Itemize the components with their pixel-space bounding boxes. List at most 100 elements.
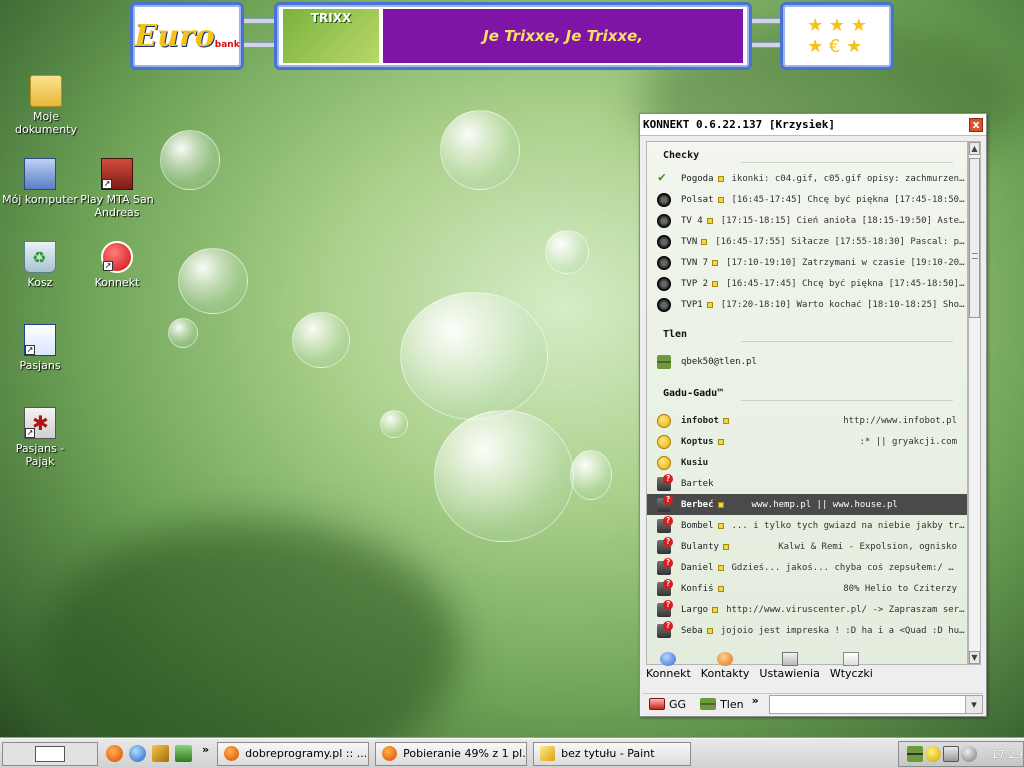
water-drop <box>440 110 520 190</box>
plugins-button[interactable]: Wtyczki <box>830 652 873 680</box>
clock[interactable]: 17:29 <box>991 748 1023 761</box>
konnekt-menu-button[interactable]: Konnekt <box>646 652 691 680</box>
tv-status-icon <box>657 234 671 249</box>
system-tray: 17:29 <box>898 741 1024 767</box>
contact-row[interactable]: Daniel Gdzieś... jakoś... chyba coś zepsu… <box>647 557 967 578</box>
online-status-icon <box>657 434 671 449</box>
contact-list-scrollbar[interactable]: ▲ ▼ <box>968 141 981 665</box>
mta-game-icon: ↗ <box>101 158 133 190</box>
contact-row[interactable]: Seba jojoio jest impreska ! :D ha i a <Qu… <box>647 620 967 641</box>
contact-row[interactable]: TVP 2 [16:45-17:45] Chcę być piękna [17:4… <box>647 273 967 294</box>
firefox-icon[interactable] <box>106 745 123 762</box>
contact-row[interactable]: infobot http://www.infobot.pl <box>647 410 967 431</box>
konnekt-toolbar: Konnekt Kontakty Ustawienia Wtyczki <box>646 652 982 692</box>
eurobank-logo[interactable]: Euro bank <box>130 2 244 70</box>
desktop-icon-spider-solitaire[interactable]: ↗ Pasjans - Pająk <box>0 407 80 468</box>
desktop-icon-konnekt[interactable]: ↗ Konnekt <box>77 241 157 289</box>
group-header-tlen[interactable]: Tlen <box>647 321 967 347</box>
desktop-icon-recycle-bin[interactable]: Kosz <box>0 241 80 289</box>
contact-name: Bombel <box>681 520 714 531</box>
konnekt-titlebar[interactable]: KONNEKT 0.6.22.137 [Krzysiek] x <box>640 114 986 136</box>
task-button[interactable]: dobreprogramy.pl :: ... <box>217 741 370 766</box>
contact-row[interactable]: Polsat [16:45-17:45] Chcę być piękna [17:… <box>647 189 967 210</box>
euro-stars-logo[interactable]: ★ ★ ★ ★ € ★ <box>780 2 894 70</box>
gg-status-button[interactable]: GG <box>649 698 686 711</box>
euro-tray-icon[interactable] <box>925 746 941 762</box>
desktop-icon-label: Pasjans <box>19 359 61 372</box>
contacts-button[interactable]: Kontakty <box>700 652 750 680</box>
water-drop <box>400 292 548 420</box>
start-button[interactable] <box>2 741 98 766</box>
contact-name: TVN <box>681 236 698 247</box>
water-drop <box>570 450 612 500</box>
konnekt-title: KONNEKT 0.6.22.137 [Krzysiek] <box>643 118 836 131</box>
contact-description: http://www.infobot.pl <box>843 415 957 426</box>
browser-icon[interactable] <box>129 745 146 762</box>
online-status-icon <box>657 455 671 470</box>
task-button[interactable]: Pobieranie 49% z 1 pl... <box>375 741 528 766</box>
contact-row[interactable]: Largo http://www.viruscenter.pl/ -> Zapra… <box>647 599 967 620</box>
group-header-checky[interactable]: Checky <box>647 142 967 168</box>
contact-list[interactable]: Checky Pogoda ikonki: c04.gif, c05.gif op… <box>646 141 968 665</box>
tlen-status-button[interactable]: Tlen <box>700 698 744 711</box>
gg-icon[interactable] <box>175 745 192 762</box>
task-button[interactable]: bez tytułu - Paint <box>533 741 692 766</box>
cards-icon: ↗ <box>24 324 56 356</box>
gg-icon <box>649 698 665 710</box>
away-status-icon <box>657 494 673 512</box>
settings-button[interactable]: Ustawienia <box>759 652 820 680</box>
contact-row[interactable]: TVN [16:45-17:55] Siłacze [17:55-18:30] P… <box>647 231 967 252</box>
water-drop <box>178 248 248 314</box>
contact-name: TVP1 <box>681 299 703 310</box>
tv-status-icon <box>657 297 671 312</box>
ad-banner[interactable]: TRIXX Je Trixxe, Je Trixxe, <box>274 2 752 70</box>
message-icon <box>701 238 708 245</box>
toolbar-label: Kontakty <box>700 667 750 680</box>
contact-row[interactable]: Koptus:* || gryakcji.com <box>647 431 967 452</box>
contact-row[interactable]: qbek50@tlen.pl <box>647 351 967 372</box>
status-more-button[interactable]: » <box>752 694 759 707</box>
away-status-icon <box>657 515 673 533</box>
konnekt-tray-icon[interactable] <box>961 746 977 762</box>
volume-icon[interactable] <box>943 746 959 762</box>
firefox-icon <box>224 746 240 761</box>
contact-name: Polsat <box>681 194 714 205</box>
close-button[interactable]: x <box>969 117 983 132</box>
scroll-up-button[interactable]: ▲ <box>969 142 980 155</box>
scroll-thumb[interactable] <box>969 158 980 318</box>
task-list: dobreprogramy.pl :: ... Pobieranie 49% z… <box>217 741 692 766</box>
message-icon <box>712 280 719 287</box>
scroll-down-button[interactable]: ▼ <box>969 651 980 664</box>
contact-row[interactable]: TV 4 [17:15-18:15] Cień anioła [18:15-19:… <box>647 210 967 231</box>
contact-row[interactable]: Konfiś 80% Helio to Cziterzy <box>647 578 967 599</box>
quick-launch-more-button[interactable]: » <box>202 743 209 756</box>
status-description-select[interactable] <box>768 694 983 714</box>
contact-row[interactable]: TVP1 [17:20-18:10] Warto kochać [18:10-18… <box>647 294 967 315</box>
desktop-icon-solitaire[interactable]: ↗ Pasjans <box>0 324 80 372</box>
contact-name: infobot <box>681 415 719 426</box>
tv-status-icon <box>657 255 671 270</box>
lottery-ticket-image: TRIXX <box>283 9 379 63</box>
ad-slogan: Je Trixxe, Je Trixxe, <box>383 9 743 63</box>
computer-icon <box>24 158 56 190</box>
contact-row[interactable]: TVN 7 [17:10-19:10] Zatrzymani w czasie [… <box>647 252 967 273</box>
contact-row[interactable]: Bulanty Kalwi & Remi - Expolsion, ognisko <box>647 536 967 557</box>
desktop-icon-label: Moje dokumenty <box>15 110 77 136</box>
contact-row[interactable]: Bartek <box>647 473 967 494</box>
contact-row-selected[interactable]: Berbeć www.hemp.pl || www.house.pl <box>647 494 967 515</box>
check-status-icon <box>657 170 671 186</box>
pencil-icon[interactable] <box>152 745 169 762</box>
contact-row[interactable]: Pogoda ikonki: c04.gif, c05.gif opisy: za… <box>647 168 967 189</box>
tlen-tray-icon[interactable] <box>907 746 923 762</box>
desktop-icon-my-documents[interactable]: Moje dokumenty <box>6 75 86 136</box>
desktop-icon-mta[interactable]: ↗ Play MTA San Andreas <box>77 158 157 219</box>
settings-icon <box>781 652 798 666</box>
desktop-icon-my-computer[interactable]: Mój komputer <box>0 158 80 206</box>
contact-row[interactable]: Kusiu <box>647 452 967 473</box>
shortcut-arrow-icon: ↗ <box>103 261 113 271</box>
desktop-icon-label: Pasjans - Pająk <box>15 442 65 468</box>
away-status-icon <box>657 578 673 596</box>
contact-row[interactable]: Bombel ... i tylko tych gwiazd na niebie … <box>647 515 967 536</box>
group-header-gadu-gadu[interactable]: Gadu-Gadu™ <box>647 380 967 406</box>
tv-status-icon <box>657 213 671 228</box>
